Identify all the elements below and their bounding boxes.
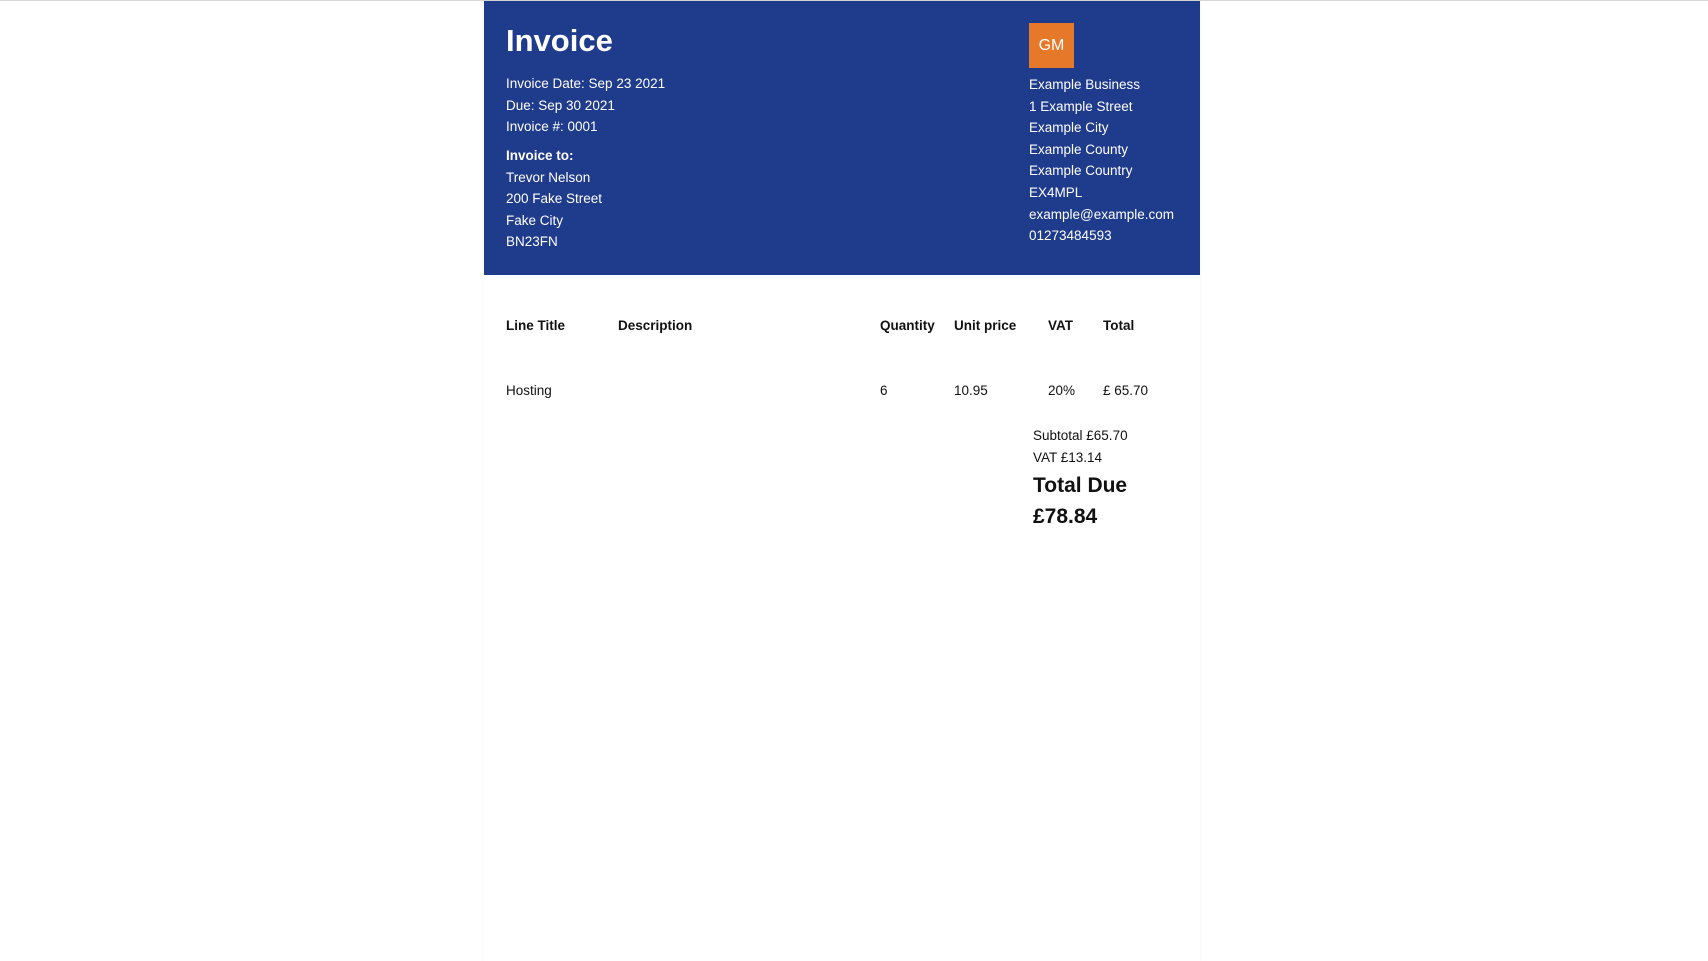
business-country: Example Country bbox=[1029, 163, 1133, 179]
column-header-quantity: Quantity bbox=[880, 318, 935, 333]
business-name: Example Business bbox=[1029, 77, 1141, 92]
line-item-quantity: 6 bbox=[880, 383, 888, 398]
bill-to-block: Invoice to: Trevor Nelson 200 Fake Stree… bbox=[506, 145, 602, 253]
invoice-page: Invoice Invoice Date: Sep 23 2021 Due: S… bbox=[484, 1, 1200, 961]
bill-to-postcode: BN23FN bbox=[506, 234, 558, 249]
business-postcode: EX4MPL bbox=[1029, 184, 1083, 200]
business-logo: GM bbox=[1029, 23, 1074, 68]
vat-total: VAT £13.14 bbox=[1033, 450, 1103, 465]
invoice-due-date: Due: Sep 30 2021 bbox=[506, 97, 615, 113]
business-details: Example Business 1 Example Street Exampl… bbox=[1029, 74, 1174, 247]
total-due-label: Total Due bbox=[1033, 474, 1128, 497]
line-item-vat: 20% bbox=[1048, 383, 1076, 398]
invoice-date: Invoice Date: Sep 23 2021 bbox=[506, 76, 666, 91]
bill-to-label: Invoice to: bbox=[506, 148, 574, 163]
subtotal: Subtotal £65.70 bbox=[1033, 428, 1128, 443]
invoice-meta: Invoice Date: Sep 23 2021 Due: Sep 30 20… bbox=[506, 73, 665, 138]
column-header-description: Description bbox=[618, 318, 693, 333]
invoice-header: Invoice Invoice Date: Sep 23 2021 Due: S… bbox=[484, 1, 1200, 275]
bill-to-street: 200 Fake Street bbox=[506, 191, 603, 206]
totals-block: Subtotal £65.70 VAT £13.14 Total Due £78… bbox=[1033, 425, 1183, 531]
column-header-unit-price: Unit price bbox=[954, 318, 1017, 333]
bill-to-name: Trevor Nelson bbox=[506, 169, 591, 185]
business-county: Example County bbox=[1029, 141, 1129, 157]
line-item-unit-price: 10.95 bbox=[954, 383, 988, 398]
column-header-line-title: Line Title bbox=[506, 318, 566, 333]
business-street: 1 Example Street bbox=[1029, 98, 1133, 114]
line-item-total: £ 65.70 bbox=[1103, 383, 1149, 398]
invoice-number: Invoice #: 0001 bbox=[506, 119, 598, 134]
line-item-title: Hosting bbox=[506, 383, 552, 398]
column-header-total: Total bbox=[1103, 318, 1135, 333]
invoice-title: Invoice bbox=[506, 23, 613, 58]
bill-to-city: Fake City bbox=[506, 212, 564, 228]
column-header-vat: VAT bbox=[1048, 318, 1073, 333]
business-email: example@example.com bbox=[1029, 206, 1175, 222]
business-city: Example City bbox=[1029, 120, 1109, 136]
total-due-amount: £78.84 bbox=[1033, 505, 1098, 528]
business-phone: 01273484593 bbox=[1029, 228, 1112, 244]
